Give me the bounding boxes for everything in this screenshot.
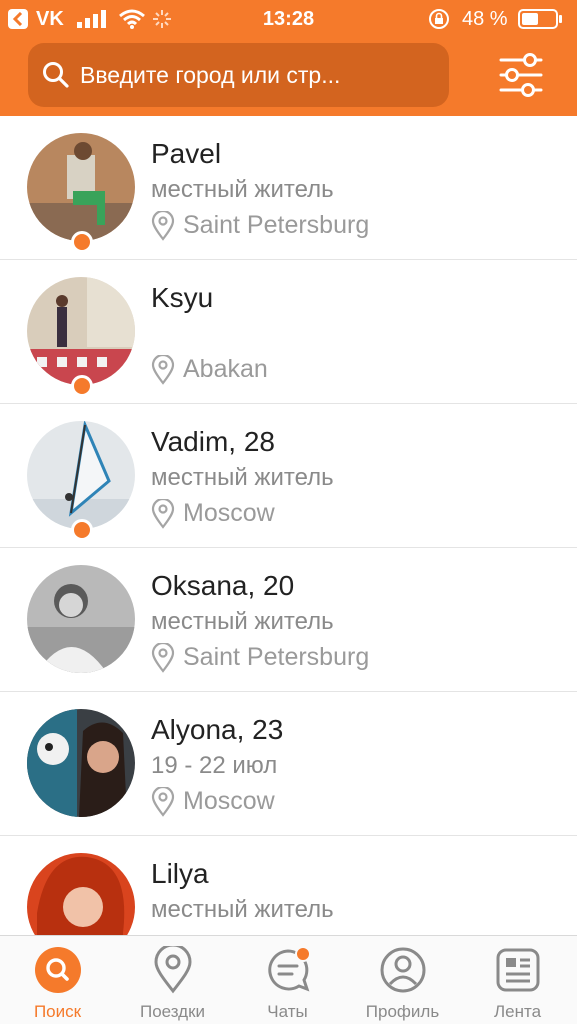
avatar[interactable] [27, 709, 135, 817]
location-pin-icon [151, 499, 175, 529]
person-trip-dates: 19 - 22 июл [151, 752, 278, 779]
tab-label: Лента [493, 1002, 542, 1021]
battery-percent: 48 % [462, 8, 508, 30]
person-name: Vadim, 28 [151, 426, 275, 457]
person-row-alyona[interactable]: Alyona, 23 19 - 22 июл Moscow [0, 692, 577, 836]
person-status: местный житель [151, 464, 334, 491]
person-row-oksana[interactable]: Oksana, 20 местный житель Saint Petersbu… [0, 548, 577, 692]
person-city: Abakan [183, 355, 268, 383]
tab-label: Поиск [33, 1002, 82, 1021]
tab-profile[interactable]: Профиль [345, 936, 460, 1024]
rotation-lock-icon [429, 9, 449, 29]
person-city: Moscow [183, 787, 275, 815]
search-icon [35, 947, 81, 993]
location-pin-icon [151, 355, 175, 385]
city-search-box[interactable] [28, 43, 449, 107]
city-search-input[interactable] [80, 55, 440, 95]
person-status: местный житель [151, 896, 334, 923]
person-status: местный житель [151, 608, 334, 635]
person-name: Pavel [151, 138, 222, 169]
person-city: Moscow [183, 499, 275, 527]
tab-trips[interactable]: Поездки [115, 936, 230, 1024]
location-pin-icon [151, 787, 175, 817]
online-indicator [71, 375, 93, 397]
person-row-ksyu[interactable]: Ksyu Abakan [0, 260, 577, 404]
person-city: Saint Petersburg [183, 643, 370, 671]
online-indicator [71, 519, 93, 541]
tab-chats[interactable]: Чаты [230, 936, 345, 1024]
search-icon [43, 62, 69, 88]
person-name: Lilya [151, 858, 209, 889]
top-bar: VK 13:28 48 % [0, 0, 577, 116]
tab-feed[interactable]: Лента [460, 936, 575, 1024]
battery-icon [518, 9, 562, 29]
person-city: Saint Petersburg [183, 211, 370, 239]
status-bar: VK 13:28 48 % [0, 0, 577, 38]
avatar[interactable] [27, 421, 135, 529]
location-pin-icon [151, 643, 175, 673]
tab-search[interactable]: Поиск [0, 936, 115, 1024]
person-name: Oksana, 20 [151, 570, 295, 601]
people-list: Pavel местный житель Saint Petersburg Ks… [0, 116, 577, 980]
online-indicator [71, 231, 93, 253]
unread-badge [295, 946, 311, 962]
avatar[interactable] [27, 277, 135, 385]
tab-label: Поездки [139, 1002, 206, 1021]
chat-icon [268, 946, 311, 992]
profile-icon [380, 947, 426, 993]
avatar[interactable] [27, 565, 135, 673]
location-pin-icon [151, 211, 175, 241]
person-row-pavel[interactable]: Pavel местный житель Saint Petersburg [0, 116, 577, 260]
person-row-vadim[interactable]: Vadim, 28 местный житель Moscow [0, 404, 577, 548]
person-status: местный житель [151, 176, 334, 203]
bottom-tab-bar: Поиск Поездки Чаты Профиль Лента [0, 935, 577, 1024]
pin-icon [154, 946, 192, 994]
avatar[interactable] [27, 133, 135, 241]
person-name: Ksyu [151, 282, 214, 313]
tab-label: Чаты [267, 1002, 308, 1021]
feed-icon [496, 948, 540, 992]
tab-label: Профиль [365, 1002, 440, 1021]
filter-sliders-icon[interactable] [498, 52, 544, 98]
person-name: Alyona, 23 [151, 714, 284, 745]
